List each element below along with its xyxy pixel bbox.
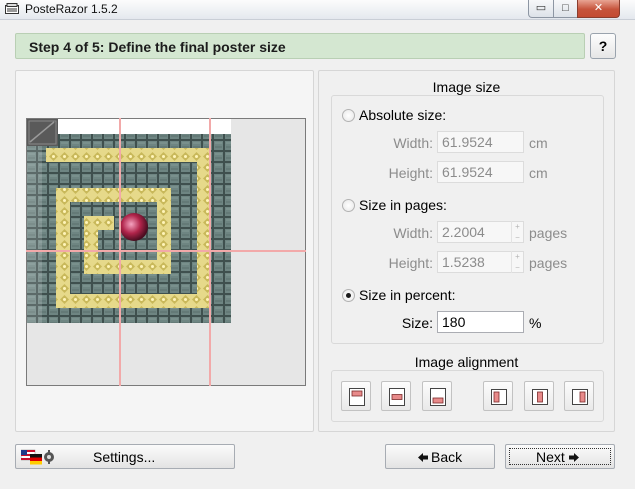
poster-preview <box>26 118 306 386</box>
next-button[interactable]: Next <box>505 444 615 469</box>
align-vcenter-button[interactable] <box>381 381 411 411</box>
step-title: Step 4 of 5: Define the final poster siz… <box>29 39 286 55</box>
settings-button[interactable]: Settings... <box>15 444 235 469</box>
pages-width-label: Width: <box>393 225 433 241</box>
percent-size-unit: % <box>529 315 542 331</box>
pages-height-spinner[interactable]: + − <box>511 251 523 273</box>
absolute-height-label: Height: <box>388 165 433 181</box>
poster-preview-panel <box>15 70 314 432</box>
absolute-height-field[interactable]: 61.9524 <box>437 161 524 183</box>
align-right-icon <box>572 389 588 405</box>
back-button[interactable]: Back <box>385 444 495 469</box>
help-button[interactable]: ? <box>590 33 616 59</box>
pages-height-unit: pages <box>529 255 568 271</box>
absolute-width-label: Width: <box>393 135 433 151</box>
window-titlebar[interactable]: PosteRazor 1.5.2 ▭ □ ✕ <box>0 0 635 20</box>
pages-size-radio[interactable] <box>342 199 355 212</box>
pages-width-unit: pages <box>529 225 568 241</box>
align-vcenter-icon <box>389 388 405 406</box>
align-top-button[interactable] <box>341 381 371 411</box>
percent-size-label-text: Size: <box>401 315 433 331</box>
absolute-size-radio[interactable] <box>342 109 355 122</box>
absolute-height-unit: cm <box>529 165 548 181</box>
orb-icon <box>120 213 148 241</box>
align-top-icon <box>349 388 365 406</box>
align-left-icon <box>491 389 507 405</box>
absolute-width-field[interactable]: 61.9524 <box>437 131 524 153</box>
percent-size-radio[interactable] <box>342 289 355 302</box>
align-right-button[interactable] <box>564 381 594 411</box>
minimize-button[interactable]: ▭ <box>528 0 554 18</box>
spin-up-icon[interactable]: + <box>512 221 523 232</box>
align-left-button[interactable] <box>483 381 513 411</box>
maximize-icon: □ <box>562 2 569 14</box>
language-flags-icon <box>21 449 54 465</box>
pages-size-label: Size in pages: <box>359 197 447 213</box>
background-tabs <box>190 2 310 14</box>
align-bottom-button[interactable] <box>422 381 452 411</box>
align-bottom-icon <box>430 388 446 406</box>
next-label: Next <box>536 449 565 465</box>
step-header: Step 4 of 5: Define the final poster siz… <box>15 33 585 59</box>
minimize-icon: ▭ <box>535 2 547 14</box>
arrow-right-icon <box>569 453 579 462</box>
image-alignment-title: Image alignment <box>414 354 519 370</box>
absolute-width-unit: cm <box>529 135 548 151</box>
percent-size-label: Size in percent: <box>359 287 456 303</box>
align-hcenter-button[interactable] <box>524 381 554 411</box>
pages-width-spinner[interactable]: + − <box>511 221 523 243</box>
close-icon: ✕ <box>593 2 604 14</box>
spin-down-icon[interactable]: − <box>512 232 523 243</box>
settings-label: Settings... <box>93 449 156 465</box>
size-controls-panel: Image size Absolute size: Width: 61.9524… <box>318 70 615 432</box>
spin-up-icon[interactable]: + <box>512 251 523 262</box>
close-button[interactable]: ✕ <box>577 0 620 18</box>
image-size-title: Image size <box>432 79 501 95</box>
percent-size-field[interactable]: 180 <box>437 311 524 333</box>
window-title: PosteRazor 1.5.2 <box>25 2 118 16</box>
spin-down-icon[interactable]: − <box>512 262 523 273</box>
absolute-size-label: Absolute size: <box>359 107 447 123</box>
back-label: Back <box>431 449 463 465</box>
app-icon <box>5 3 19 14</box>
arrow-left-icon <box>418 453 428 462</box>
maximize-button[interactable]: □ <box>553 0 578 18</box>
pages-height-label: Height: <box>388 255 433 271</box>
align-hcenter-icon <box>532 389 548 405</box>
